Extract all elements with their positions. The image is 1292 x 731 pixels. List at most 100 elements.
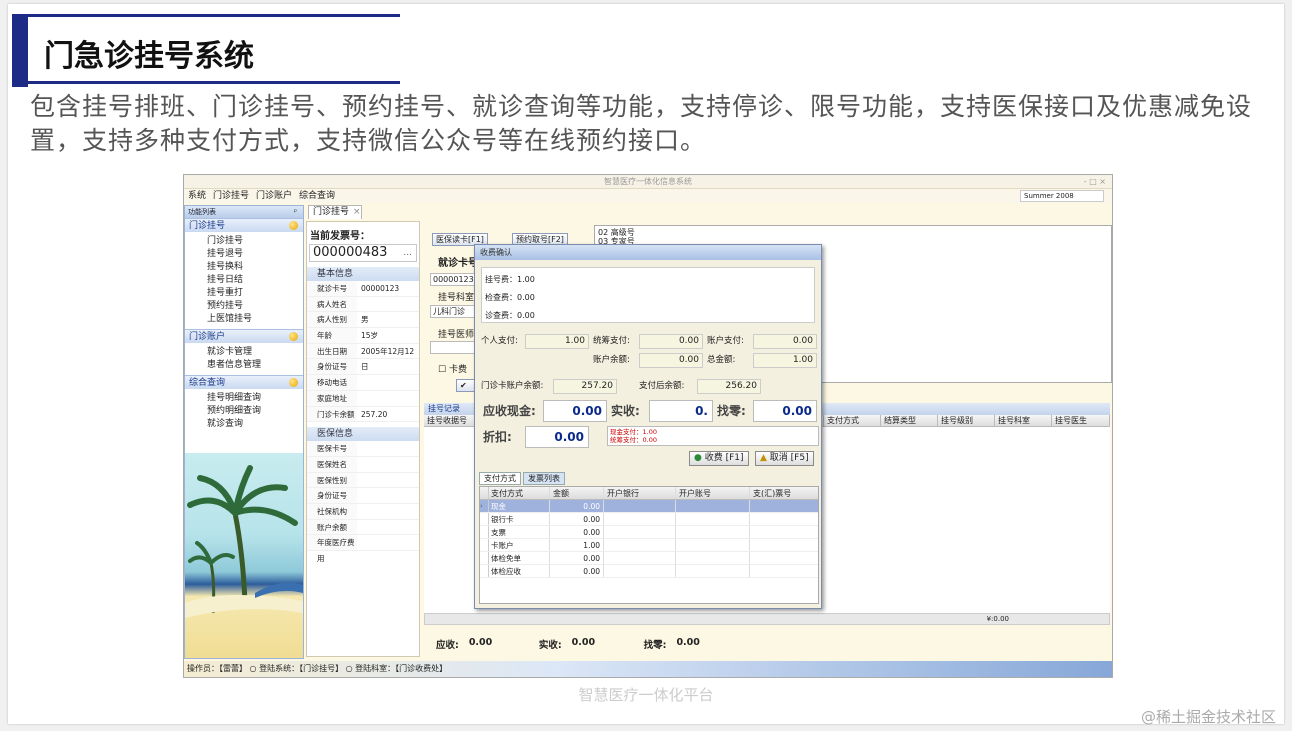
cell-account[interactable] <box>676 565 750 577</box>
doctor-select[interactable] <box>430 341 476 354</box>
cell-bank[interactable] <box>604 526 676 538</box>
cell-bank[interactable] <box>604 513 676 525</box>
cell-amount[interactable]: 0.00 <box>550 565 604 577</box>
cell-amount[interactable]: 1.00 <box>550 539 604 551</box>
info-value[interactable] <box>357 441 419 456</box>
info-value[interactable] <box>357 391 419 406</box>
col-method[interactable]: 支付方式 <box>489 487 550 499</box>
nav-item[interactable]: 上医馆挂号 <box>207 313 303 326</box>
cell-bank[interactable] <box>604 552 676 564</box>
cell-method[interactable]: 体检免单 <box>489 552 550 564</box>
nav-item[interactable]: 预约明细查询 <box>207 405 303 418</box>
info-value[interactable] <box>357 457 419 472</box>
tab-close-icon[interactable]: × <box>353 207 361 217</box>
cell-cheque[interactable] <box>750 565 818 577</box>
menu-outpatient-reg[interactable]: 门诊挂号 <box>213 189 249 203</box>
cell-amount[interactable]: 0.00 <box>550 552 604 564</box>
visit-card-input[interactable]: 00000123 <box>430 273 476 286</box>
cancel-button[interactable]: ▲ 取消 [F5] <box>755 451 814 466</box>
list-item[interactable]: 02 高级号 <box>598 228 1108 237</box>
cell-bank[interactable] <box>604 565 676 577</box>
menu-outpatient-account[interactable]: 门诊账户 <box>256 189 292 203</box>
tab-pay-method[interactable]: 支付方式 <box>479 472 521 485</box>
col-reg-doctor[interactable]: 挂号医生 <box>1052 415 1110 426</box>
tab-outpatient-reg[interactable]: 门诊挂号 × <box>308 205 362 219</box>
nav-item[interactable]: 挂号日结 <box>207 274 303 287</box>
window-controls[interactable]: - □ × <box>1084 175 1106 189</box>
cell-method[interactable]: 卡账户 <box>489 539 550 551</box>
info-value[interactable] <box>357 297 419 312</box>
col-amount[interactable]: 金额 <box>550 487 604 499</box>
group-outpatient-account[interactable]: 门诊账户 <box>185 329 303 343</box>
info-value[interactable]: 257.20 <box>357 407 419 422</box>
cell-cheque[interactable] <box>750 552 818 564</box>
cell-cheque[interactable] <box>750 500 818 512</box>
col-settle-type[interactable]: 结算类型 <box>881 415 938 426</box>
cell-bank[interactable] <box>604 500 676 512</box>
payment-row[interactable]: › 现金 0.00 <box>480 500 818 513</box>
account-pay-field[interactable]: 0.00 <box>753 334 817 349</box>
nav-item[interactable]: 挂号重打 <box>207 287 303 300</box>
cell-bank[interactable] <box>604 539 676 551</box>
col-cheque[interactable]: 支(汇)票号 <box>750 487 818 499</box>
dept-select[interactable]: 儿科门诊 <box>430 305 476 318</box>
cell-account[interactable] <box>676 500 750 512</box>
received-input[interactable]: 0. <box>649 400 713 422</box>
nav-item[interactable]: 患者信息管理 <box>207 359 303 372</box>
discount-field[interactable]: 0.00 <box>525 426 589 448</box>
tab-invoice-list[interactable]: 发票列表 <box>523 472 565 485</box>
col-pay-method[interactable]: 支付方式 <box>824 415 881 426</box>
cell-account[interactable] <box>676 513 750 525</box>
nav-item[interactable]: 挂号退号 <box>207 248 303 261</box>
col-reg-level[interactable]: 挂号级别 <box>938 415 995 426</box>
collapse-icon[interactable] <box>289 378 298 387</box>
group-query[interactable]: 综合查询 <box>185 375 303 389</box>
cell-method[interactable]: 支票 <box>489 526 550 538</box>
info-value[interactable] <box>357 473 419 488</box>
nav-item[interactable]: 预约挂号 <box>207 300 303 313</box>
nav-item[interactable]: 就诊查询 <box>207 418 303 431</box>
card-fee-checkbox[interactable]: ☐ 卡费 <box>438 362 467 375</box>
cell-method[interactable]: 银行卡 <box>489 513 550 525</box>
menu-query[interactable]: 综合查询 <box>299 189 335 203</box>
cell-cheque[interactable] <box>750 539 818 551</box>
nav-item[interactable]: 挂号明细查询 <box>207 392 303 405</box>
cell-method[interactable]: 体检应收 <box>489 565 550 577</box>
info-value[interactable]: 15岁 <box>357 328 419 343</box>
info-value[interactable] <box>357 359 419 374</box>
payment-row[interactable]: 卡账户 1.00 <box>480 539 818 552</box>
payment-row[interactable]: 支票 0.00 <box>480 526 818 539</box>
charge-button[interactable]: ● 收费 [F1] <box>689 451 749 466</box>
theme-selector[interactable]: Summer 2008 <box>1020 190 1104 202</box>
cell-amount[interactable]: 0.00 <box>550 526 604 538</box>
col-bank[interactable]: 开户银行 <box>604 487 676 499</box>
info-value[interactable]: 2005年12月12日 <box>357 344 419 372</box>
cell-amount[interactable]: 0.00 <box>550 500 604 512</box>
cell-cheque[interactable] <box>750 526 818 538</box>
info-value[interactable]: 男 <box>357 312 419 327</box>
personal-pay-field[interactable]: 1.00 <box>525 334 589 349</box>
info-value[interactable]: 00000123 <box>357 281 419 296</box>
group-outpatient-reg[interactable]: 门诊挂号 <box>185 218 303 232</box>
pin-icon[interactable]: ᵖ <box>294 206 297 218</box>
info-value[interactable] <box>357 504 419 519</box>
col-reg-dept[interactable]: 挂号科室 <box>995 415 1052 426</box>
menu-system[interactable]: 系统 <box>188 189 206 203</box>
payment-row[interactable]: 体检免单 0.00 <box>480 552 818 565</box>
invoice-number-field[interactable]: 000000483... <box>309 244 417 262</box>
collapse-icon[interactable] <box>289 221 298 230</box>
cell-cheque[interactable] <box>750 513 818 525</box>
register-button[interactable]: ✔ <box>456 379 476 392</box>
nav-item[interactable]: 就诊卡管理 <box>207 346 303 359</box>
info-value[interactable] <box>357 520 419 535</box>
pooled-pay-field[interactable]: 0.00 <box>639 334 703 349</box>
payment-row[interactable]: 银行卡 0.00 <box>480 513 818 526</box>
info-value[interactable] <box>357 535 419 550</box>
info-value[interactable] <box>357 375 419 390</box>
col-account[interactable]: 开户账号 <box>676 487 750 499</box>
nav-item[interactable]: 门诊挂号 <box>207 235 303 248</box>
cell-account[interactable] <box>676 526 750 538</box>
cell-account[interactable] <box>676 539 750 551</box>
info-value[interactable] <box>357 488 419 503</box>
cell-method[interactable]: 现金 <box>489 500 550 512</box>
